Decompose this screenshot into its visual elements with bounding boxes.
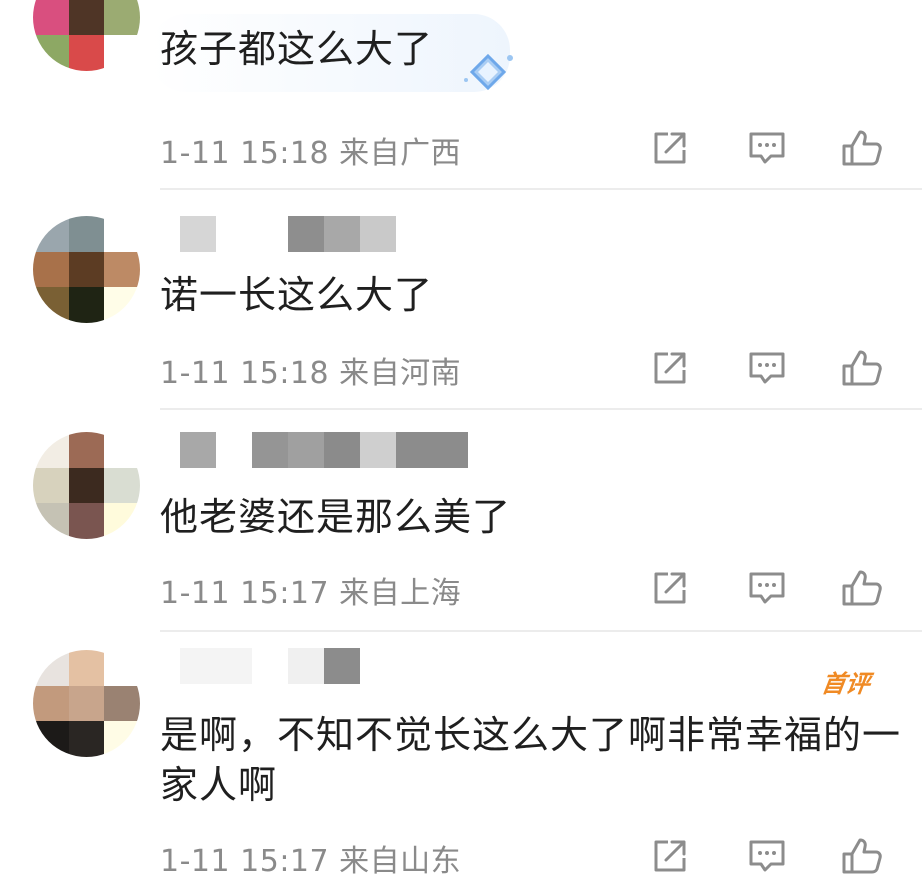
comment-location: 来自上海: [339, 576, 462, 611]
comment-meta: 1-11 15:17 来自上海: [160, 568, 461, 612]
avatar[interactable]: [33, 216, 140, 323]
comment-actions: [650, 568, 890, 608]
comment-date: 1-11: [160, 356, 231, 391]
comment-meta: 1-11 15:17 来自山东: [160, 836, 461, 880]
username-blurred[interactable]: [180, 216, 396, 252]
comment-meta: 1-11 15:18 来自河南: [160, 348, 461, 392]
comment-text: 他老婆还是那么美了: [160, 495, 512, 539]
divider: [160, 188, 922, 190]
comment-location: 来自广西: [339, 136, 462, 171]
comment-text: 是啊，不知不觉长这么大了啊非常幸福的一 家人啊: [160, 713, 902, 807]
like-icon[interactable]: [840, 128, 884, 168]
comment-time: 15:18: [240, 136, 330, 171]
share-icon[interactable]: [650, 568, 690, 608]
avatar[interactable]: [33, 650, 140, 757]
comment-text: 孩子都这么大了: [160, 27, 434, 71]
comment-icon[interactable]: [747, 836, 787, 876]
comment-icon[interactable]: [747, 348, 787, 388]
avatar[interactable]: [33, 432, 140, 539]
divider: [160, 630, 922, 632]
diamond-badge-icon: [464, 53, 513, 91]
like-icon[interactable]: [840, 568, 884, 608]
comment-actions: [650, 836, 890, 876]
comment-meta: 1-11 15:18 来自广西: [160, 128, 461, 172]
divider: [160, 408, 922, 410]
comment-icon[interactable]: [747, 128, 787, 168]
first-comment-badge: 首评: [819, 670, 872, 698]
share-icon[interactable]: [650, 348, 690, 388]
share-icon[interactable]: [650, 836, 690, 876]
comment-time: 15:17: [240, 844, 330, 879]
comment-actions: [650, 348, 890, 388]
username-blurred[interactable]: [180, 648, 360, 684]
comment-actions: [650, 128, 890, 168]
comment-time: 15:18: [240, 356, 330, 391]
comment-location: 来自河南: [339, 356, 462, 391]
comment-date: 1-11: [160, 576, 231, 611]
avatar[interactable]: [33, 0, 140, 71]
comment-date: 1-11: [160, 136, 231, 171]
like-icon[interactable]: [840, 836, 884, 876]
comment-icon[interactable]: [747, 568, 787, 608]
username-blurred[interactable]: [180, 432, 468, 468]
comment-time: 15:17: [240, 576, 330, 611]
comment-date: 1-11: [160, 844, 231, 879]
comment-text: 诺一长这么大了: [160, 273, 434, 317]
share-icon[interactable]: [650, 128, 690, 168]
like-icon[interactable]: [840, 348, 884, 388]
comment-location: 来自山东: [339, 844, 462, 879]
